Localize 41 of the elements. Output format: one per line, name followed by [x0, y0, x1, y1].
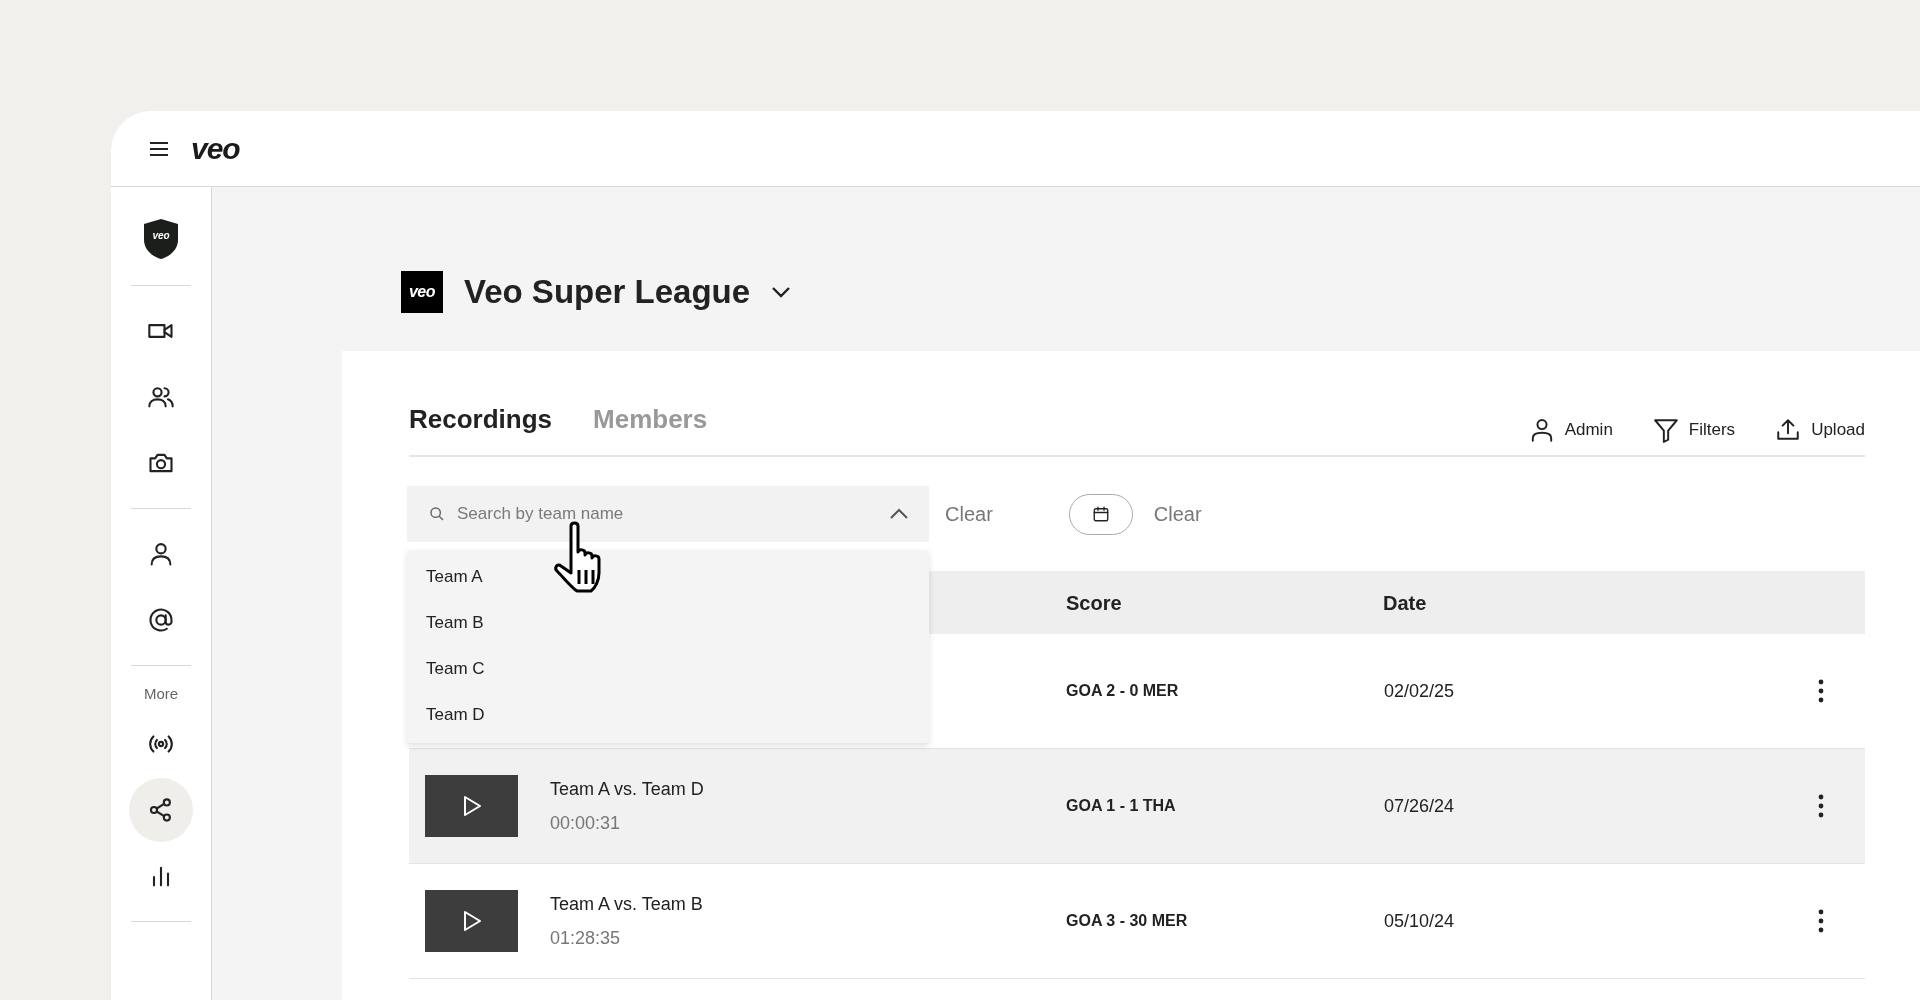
filter-icon: [1652, 417, 1679, 443]
clear-button[interactable]: Clear: [1153, 499, 1202, 529]
date-text: 05/10/24: [1383, 910, 1455, 931]
recording-title: Team A vs. Team D: [550, 777, 704, 801]
more-label: More: [143, 684, 179, 705]
search-field[interactable]: Search by team name: [407, 486, 929, 542]
recording-title: Team A vs. Team B: [550, 892, 703, 916]
menu-icon[interactable]: [149, 141, 169, 156]
column-header: Score: [1066, 590, 1123, 616]
video-thumbnail[interactable]: [425, 775, 518, 837]
logo: veo: [191, 133, 240, 164]
recording-duration: 01:28:35: [550, 926, 622, 950]
more-options-icon[interactable]: [1817, 678, 1825, 704]
clear-button[interactable]: Clear: [945, 499, 993, 529]
upload-icon: [1775, 417, 1802, 443]
calendar-icon: [1091, 505, 1110, 523]
calendar-button[interactable]: [1068, 493, 1133, 535]
admin-button[interactable]: Admin: [1528, 417, 1613, 443]
score-text: GOA 3 - 30 MER: [1066, 912, 1188, 929]
at-sign-icon: [147, 606, 175, 634]
more-options-icon[interactable]: [1817, 908, 1825, 934]
score-text: GOA 1 - 1 THA: [1066, 797, 1176, 814]
tab[interactable]: Recordings: [409, 403, 553, 435]
score-text: GOA 2 - 0 MER: [1066, 682, 1179, 699]
video-thumbnail[interactable]: [425, 890, 518, 952]
chevron-up-icon[interactable]: [889, 508, 909, 520]
date-text: 02/02/25: [1383, 680, 1455, 701]
recording-duration: 00:00:31: [550, 811, 622, 835]
column-header: Date: [1383, 590, 1428, 616]
league-logo: veo: [401, 271, 443, 313]
table-row[interactable]: Team A vs. Team D 00:00:31 GOA 1 - 1 THA 07/26/24: [409, 749, 1865, 864]
shield-logo[interactable]: veo: [143, 218, 179, 260]
search-icon: [429, 506, 445, 522]
league-title: Veo Super League: [464, 272, 751, 312]
filters-button[interactable]: Filters: [1652, 417, 1736, 443]
dropdown-option[interactable]: Team C: [407, 646, 929, 692]
dropdown-option[interactable]: Team A: [407, 554, 929, 600]
dropdown-option[interactable]: Team D: [407, 692, 929, 738]
upload-button[interactable]: Upload: [1775, 417, 1865, 443]
more-options-icon[interactable]: [1817, 793, 1825, 819]
date-text: 07/26/24: [1383, 795, 1455, 816]
